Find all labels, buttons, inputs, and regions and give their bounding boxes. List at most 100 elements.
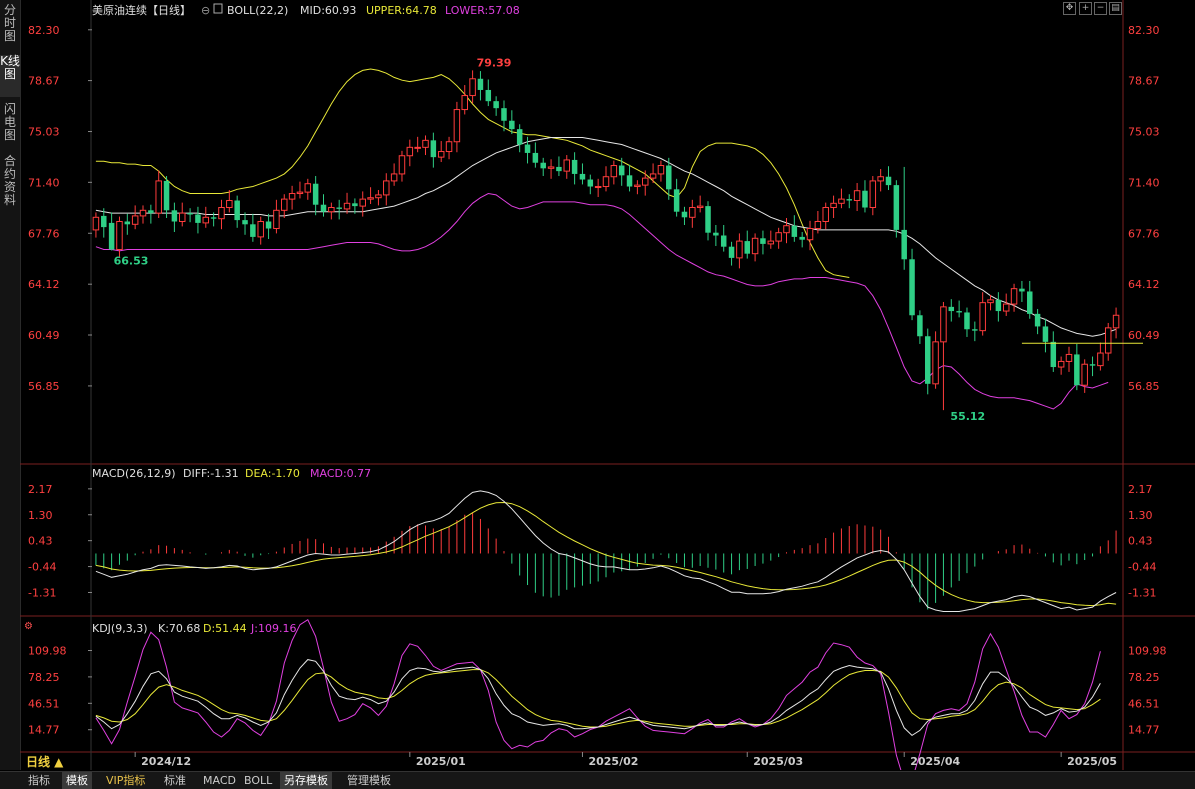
candle-body-down [893, 185, 900, 230]
tab-kline[interactable]: K线图 [0, 55, 20, 97]
candle-body-up [469, 78, 476, 97]
candle-body-up [1065, 353, 1073, 362]
candle-body-up [304, 183, 312, 193]
candle-body-down [1027, 291, 1033, 314]
tab-templates[interactable]: 模板 [62, 772, 92, 789]
candle-body-down [148, 210, 154, 214]
price-tick-right: 75.03 [1128, 126, 1160, 139]
candle-body-down [705, 206, 711, 233]
candle-body-down [1042, 326, 1049, 342]
tab-save-template[interactable]: 另存模板 [280, 772, 332, 789]
candle-body-down [579, 173, 586, 180]
price-tick-right: 82.30 [1128, 24, 1160, 37]
candle-body-up [830, 202, 837, 209]
kdj-settings-icon[interactable]: ⚙ [24, 621, 33, 632]
candle-body-up [869, 180, 877, 209]
candle-body-down [108, 222, 115, 250]
candle-body-up [155, 180, 162, 214]
tab-contract-info[interactable]: 合约资料 [0, 155, 20, 211]
candle-body-down [516, 129, 523, 145]
candle-body-down [234, 200, 240, 221]
price-tick-left: 71.40 [28, 176, 60, 189]
axes: 82.30 82.30 78.67 78.67 75.03 75.03 71.40 71.40… [28, 24, 1167, 768]
macd-panel [95, 490, 1117, 612]
zoom-out-icon[interactable]: − [1094, 2, 1107, 15]
price-tick-left: 75.03 [28, 126, 60, 139]
tab-boll[interactable]: BOLL [240, 772, 276, 789]
tab-standard[interactable]: 标准 [160, 772, 190, 789]
kdj-tick-right: 109.98 [1128, 644, 1167, 657]
candle-body-down [336, 207, 342, 209]
candle-body-up [1057, 360, 1065, 368]
candle-body-down [1050, 341, 1057, 368]
price-tick-left: 67.76 [28, 227, 60, 240]
candle-body-down [540, 162, 546, 169]
tab-manage-templates[interactable]: 管理模板 [343, 772, 395, 789]
price-panel: 66.53 79.39 55.12 [92, 57, 1143, 423]
candle-body-down [618, 165, 625, 176]
candle-body-down [728, 246, 735, 258]
left-view-tabs: 分时图 K线图 闪电图 合约资料 [0, 0, 21, 770]
tab-indicators[interactable]: 指标 [24, 772, 54, 789]
candle-body-up [775, 232, 782, 242]
price-tick-right: 56.85 [1128, 380, 1160, 393]
candle-body-down [124, 221, 131, 225]
candle-body-up [979, 302, 986, 332]
candle-body-down [956, 311, 962, 313]
kdj-tick-right: 46.51 [1128, 697, 1160, 710]
candle-body-up [987, 299, 994, 304]
candle-body-up [414, 146, 421, 149]
candle-body-down [744, 241, 750, 254]
candle-body-up [1010, 288, 1018, 305]
settings-icon[interactable]: ▤ [1109, 2, 1122, 15]
kdj-k-value: K:70.68 [158, 622, 200, 635]
kdj-j-value: J:109.16 [250, 622, 296, 635]
candle-body-up [736, 240, 743, 259]
candle-body-down [265, 221, 272, 229]
candle-body-down [924, 336, 931, 384]
zoom-in-icon[interactable]: + [1079, 2, 1092, 15]
candle-body-down [626, 175, 633, 187]
candle-body-down [210, 217, 217, 219]
candle-body-up [547, 166, 555, 169]
tab-timeshare-label: 分时图 [3, 3, 16, 43]
candle-body-down [713, 232, 719, 236]
tab-vip-indicators[interactable]: VIP指标 [102, 772, 149, 789]
candle-body-down [1089, 364, 1096, 366]
move-icon[interactable]: ✥ [1063, 2, 1076, 15]
candle-body-up [563, 159, 571, 172]
boll-mid-value: MID:60.93 [300, 4, 356, 17]
macd-tick-left: -0.44 [28, 561, 56, 574]
candle-body-up [139, 209, 147, 217]
period-selector[interactable]: 日线 ▲ [26, 753, 63, 770]
price-tick-right: 78.67 [1128, 75, 1160, 88]
tab-flash[interactable]: 闪电图 [0, 103, 20, 145]
tab-timeshare[interactable]: 分时图 [0, 4, 20, 46]
candle-body-down [195, 214, 201, 223]
candle-body-down [430, 140, 437, 158]
kdj-d-value: D:51.44 [203, 622, 247, 635]
kdj-j-line [95, 618, 1101, 770]
candle-body-up [218, 207, 225, 220]
candle-body-up [390, 173, 398, 182]
candle-body-up [649, 173, 657, 179]
boll-upper-value: UPPER:64.78 [366, 4, 437, 17]
price-tick-right: 60.49 [1128, 329, 1160, 342]
candle-body-down [187, 213, 193, 215]
candle-body-up [657, 165, 665, 175]
candle-body-up [877, 176, 884, 182]
candle-body-up [437, 151, 445, 158]
boll-label: BOLL(22,2) [227, 4, 288, 17]
macd-tick-right: -1.31 [1128, 586, 1156, 599]
candle-body-up [783, 225, 790, 234]
kdj-tick-right: 78.25 [1128, 671, 1160, 684]
candle-body-down [964, 312, 970, 330]
tab-macd[interactable]: MACD [199, 772, 240, 789]
date-tick-label: 2025/02 [588, 755, 638, 768]
collapse-icon[interactable]: ⊖ [201, 4, 210, 17]
candle-body-up [296, 191, 304, 195]
candle-body-up [806, 228, 814, 241]
date-tick-label: 2025/04 [910, 755, 960, 768]
candle-body-down [1074, 354, 1080, 386]
kline-chart[interactable]: 66.53 79.39 55.12 82.30 82.30 78.67 78.67 75.0… [20, 0, 1195, 770]
